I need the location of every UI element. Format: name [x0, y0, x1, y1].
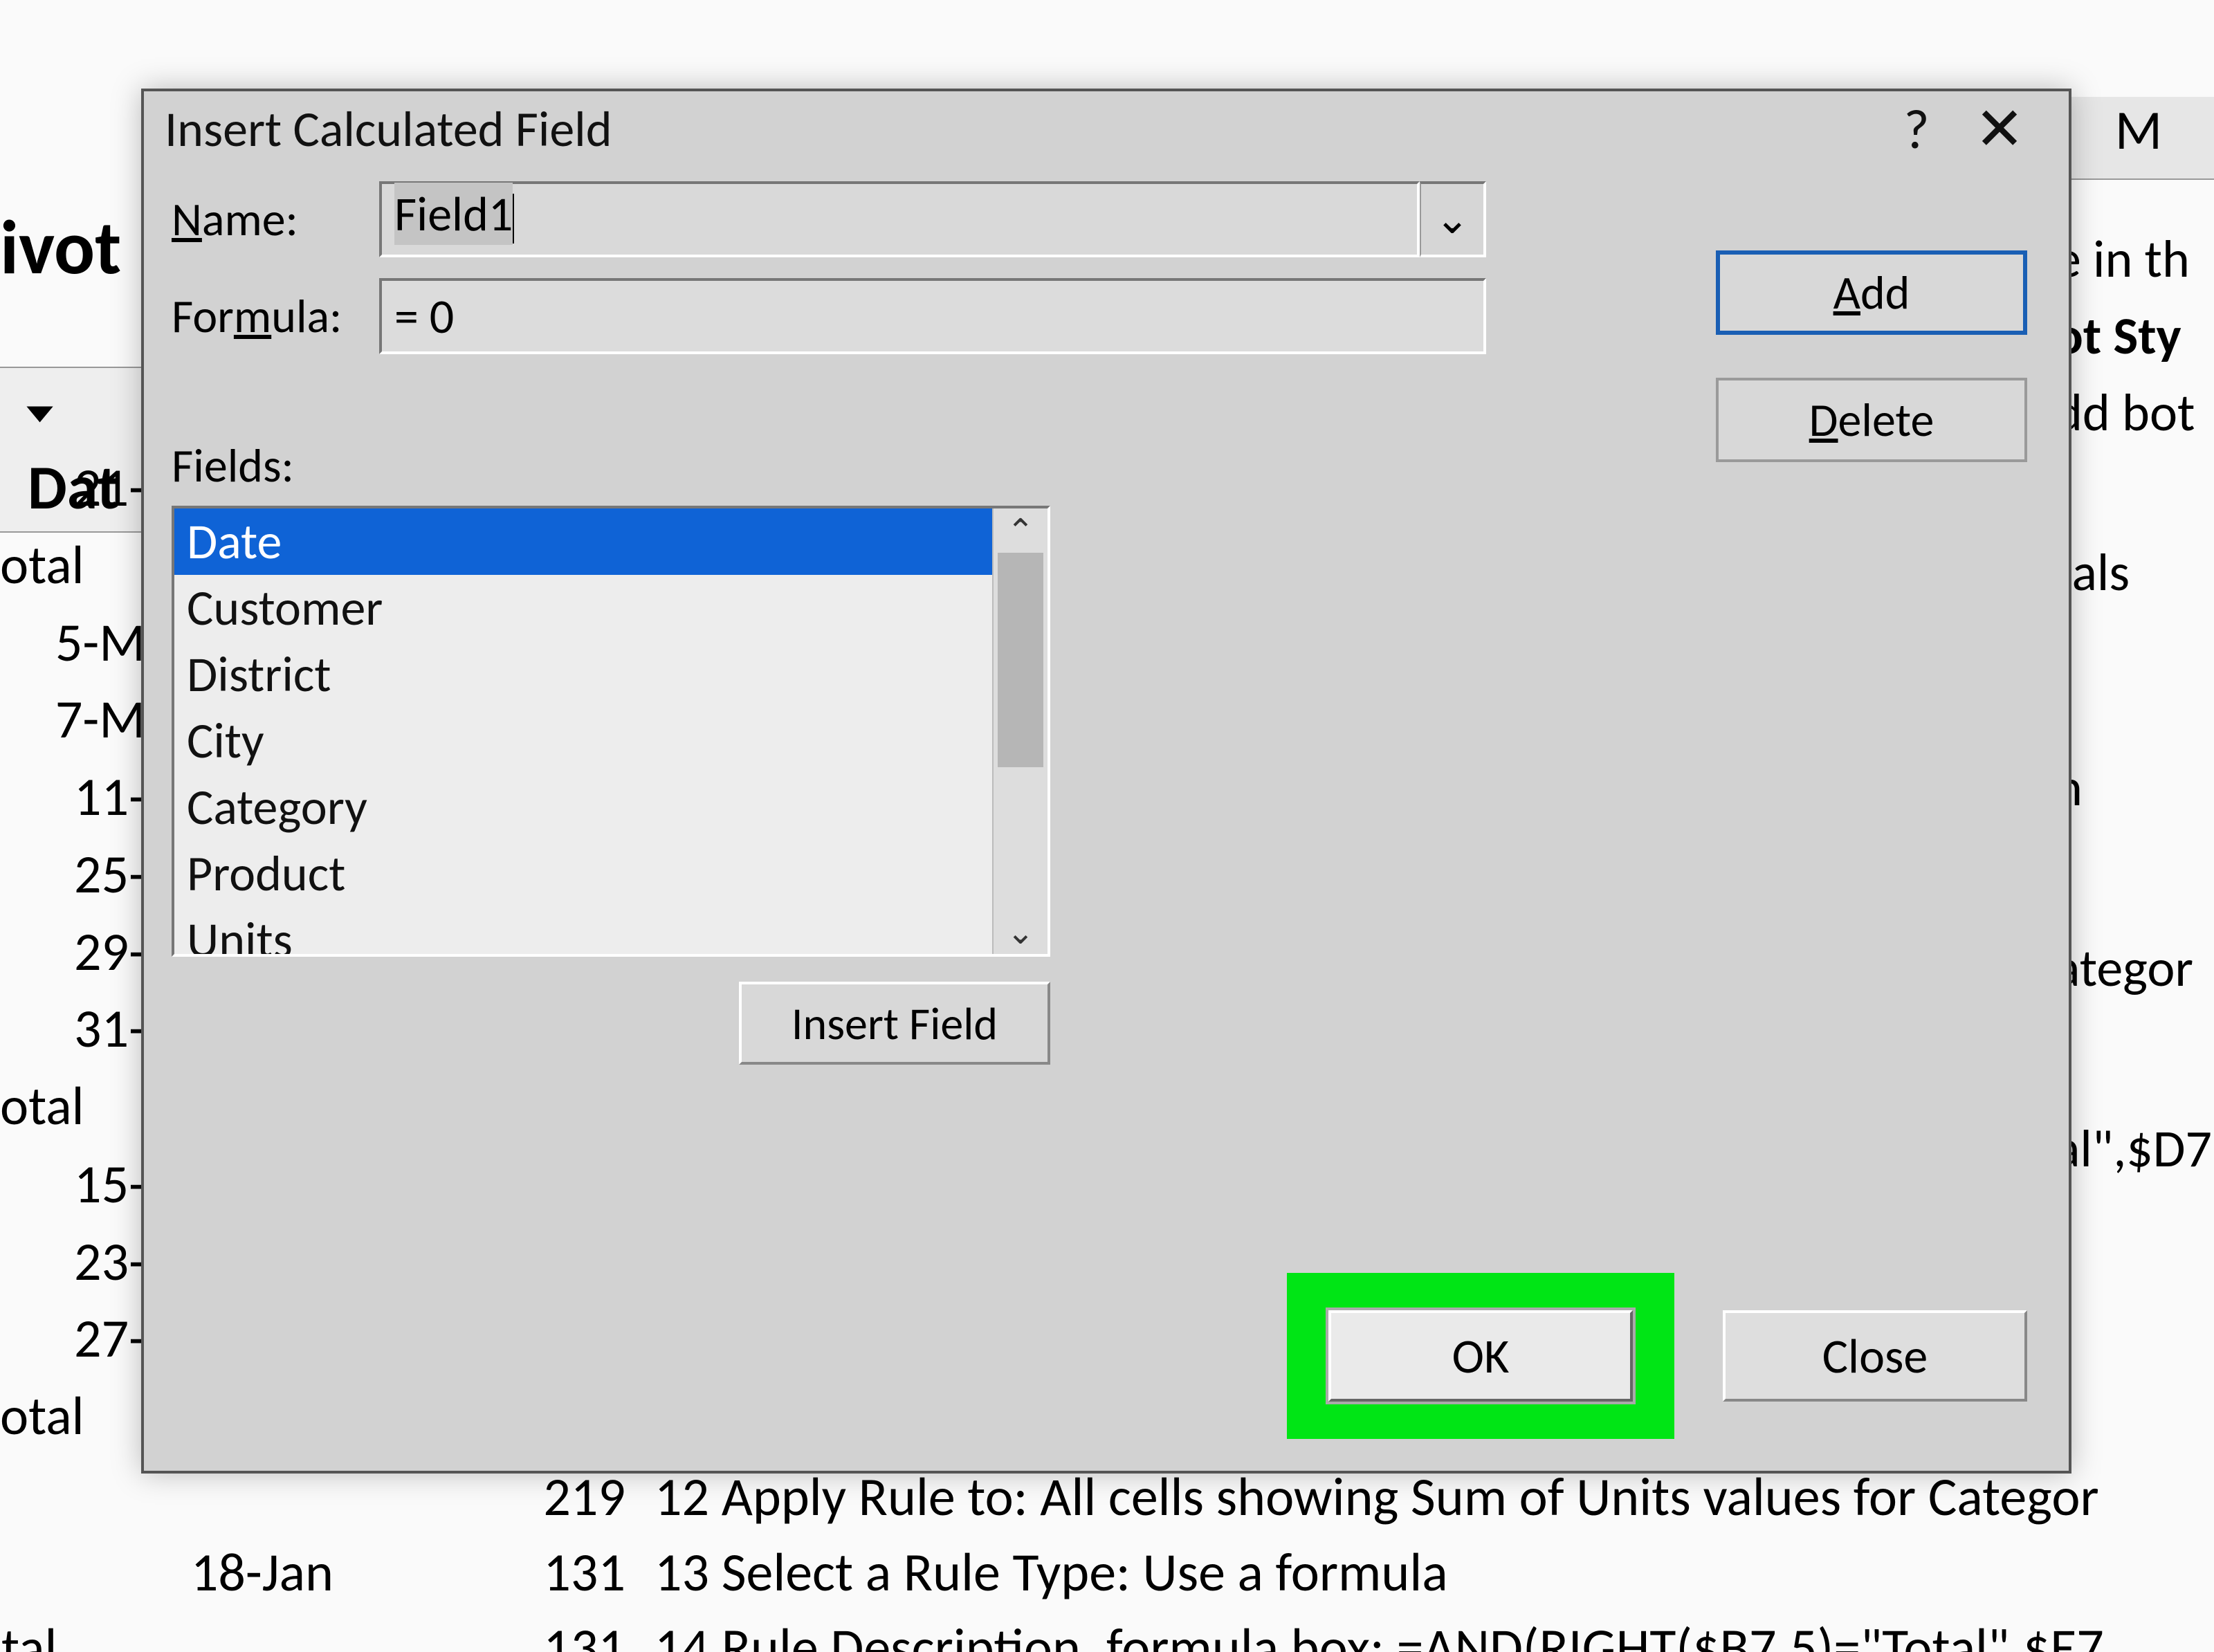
- name-dropdown-button[interactable]: ⌄: [1420, 181, 1486, 257]
- list-item[interactable]: Category: [174, 774, 992, 841]
- cell[interactable]: 29-: [0, 914, 145, 991]
- cell[interactable]: otal: [0, 1068, 145, 1146]
- chevron-down-icon: ⌄: [1435, 194, 1470, 245]
- ok-button[interactable]: OK: [1328, 1310, 1633, 1402]
- help-icon[interactable]: ?: [1875, 96, 1958, 163]
- cell[interactable]: 27-: [0, 1301, 145, 1378]
- scroll-thumb[interactable]: [998, 553, 1043, 767]
- close-button[interactable]: Close: [1723, 1310, 2027, 1402]
- fields-listbox[interactable]: Date Customer District City Category Pro…: [172, 506, 1050, 957]
- cell[interactable]: 25-: [0, 836, 145, 914]
- cell[interactable]: otal: [0, 527, 145, 605]
- bottom-visible-rows: 219 12 Apply Rule to: All cells showing …: [0, 1458, 2214, 1652]
- delete-button[interactable]: Delete: [1716, 378, 2027, 462]
- list-item[interactable]: Units: [174, 907, 992, 954]
- close-icon[interactable]: ✕: [1958, 93, 2041, 166]
- cell[interactable]: 7-M: [0, 681, 145, 759]
- cell[interactable]: 5-M: [0, 605, 145, 682]
- table-row[interactable]: 18-Jan 131 13 Select a Rule Type: Use a …: [1, 1535, 2132, 1609]
- filter-dropdown-icon[interactable]: ▾: [28, 394, 52, 430]
- list-item[interactable]: City: [174, 708, 992, 774]
- insert-field-button[interactable]: Insert Field: [739, 982, 1050, 1065]
- cell[interactable]: 15-: [0, 1146, 145, 1224]
- text-fragment-ivot: ivot: [0, 201, 121, 294]
- formula-input-value: = 0: [394, 286, 454, 346]
- dialog-title: Insert Calculated Field: [165, 99, 1875, 160]
- scroll-down-icon[interactable]: ⌄: [994, 910, 1047, 954]
- right-notes-fragments: e in th ot Sty dd bot tals n ategor al",…: [2055, 221, 2214, 1188]
- formula-input[interactable]: = 0: [379, 278, 1486, 354]
- cell[interactable]: 23-: [0, 1224, 145, 1301]
- list-item[interactable]: Date: [174, 508, 992, 575]
- ok-highlight: OK: [1287, 1273, 1674, 1439]
- cell[interactable]: 31-: [0, 991, 145, 1068]
- name-input[interactable]: Field1: [379, 181, 1420, 257]
- dialog-titlebar[interactable]: Insert Calculated Field ? ✕: [144, 91, 2069, 167]
- left-date-column: 21- otal 5-M 7-M 11- 25- 29- 31- otal 15…: [0, 450, 145, 1456]
- scroll-up-icon[interactable]: ⌃: [994, 508, 1047, 553]
- list-item[interactable]: Product: [174, 841, 992, 907]
- text-caret: [513, 194, 514, 244]
- name-label: Name:: [172, 191, 379, 248]
- name-input-value: Field1: [394, 183, 513, 245]
- insert-calculated-field-dialog: Insert Calculated Field ? ✕ Name: Field1…: [141, 89, 2071, 1474]
- add-button[interactable]: Add: [1716, 250, 2027, 335]
- column-header-m[interactable]: M: [2062, 97, 2214, 180]
- formula-label: Formula:: [172, 288, 379, 345]
- cell[interactable]: 11-: [0, 759, 145, 836]
- scrollbar[interactable]: ⌃ ⌄: [992, 508, 1047, 954]
- cell[interactable]: otal: [0, 1378, 145, 1456]
- list-item[interactable]: Customer: [174, 575, 992, 641]
- table-row[interactable]: tal 131 14 Rule Description, formula box…: [1, 1610, 2132, 1652]
- list-item[interactable]: District: [174, 641, 992, 708]
- cell[interactable]: 21-: [0, 450, 145, 527]
